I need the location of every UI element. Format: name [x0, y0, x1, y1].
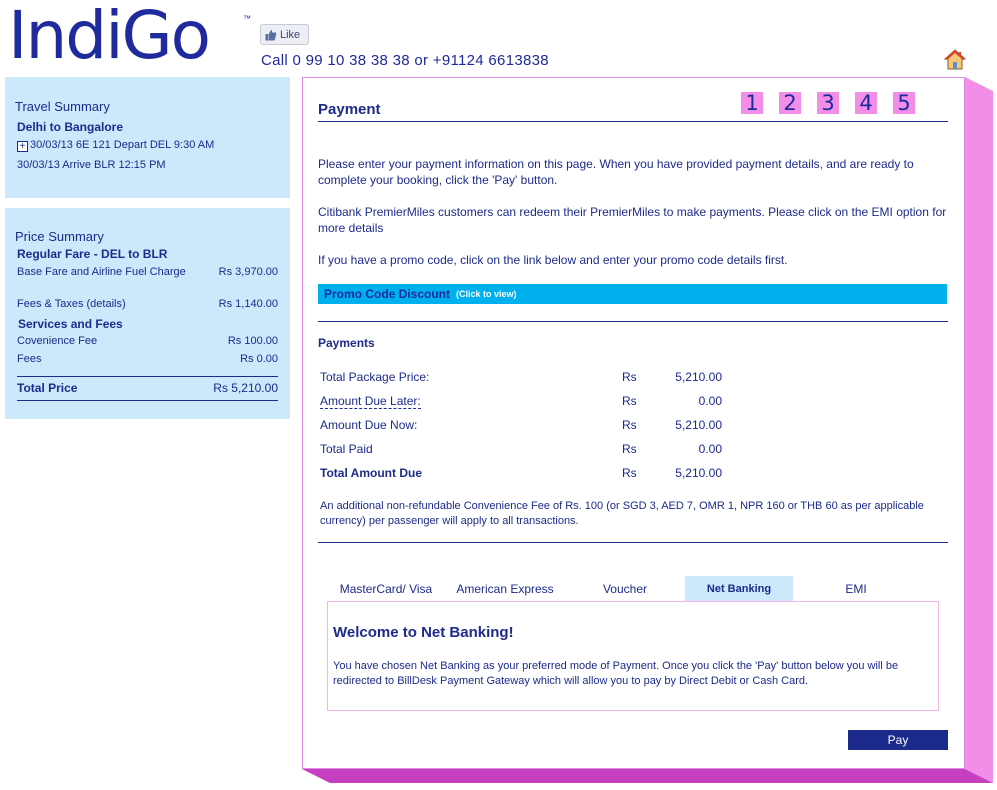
net-banking-title: Welcome to Net Banking!	[333, 624, 514, 641]
divider-payments-top	[318, 321, 948, 322]
promo-hint: (Click to view)	[456, 289, 517, 299]
promo-note: If you have a promo code, click on the l…	[318, 253, 788, 267]
payment-row-label: Total Paid	[320, 442, 373, 456]
payment-row-amount: 5,210.00	[675, 370, 722, 384]
expand-plus-icon[interactable]: +	[17, 141, 28, 152]
route-name: Delhi to Bangalore	[17, 120, 124, 134]
payment-row-amount: 5,210.00	[675, 466, 722, 480]
travel-summary-panel: Travel Summary Delhi to Bangalore +30/03…	[5, 77, 290, 198]
total-top-rule	[17, 376, 278, 377]
depart-line: +30/03/13 6E 121 Depart DEL 9:30 AM	[17, 139, 214, 152]
convenience-fee-row: Covenience Fee Rs 100.00	[17, 335, 278, 347]
convenience-fee-note: An additional non-refundable Convenience…	[320, 500, 924, 527]
promo-label: Promo Code Discount	[324, 287, 451, 301]
call-center-number: Call 0 99 10 38 38 38 or +91124 6613838	[261, 52, 549, 69]
payment-row-label: Amount Due Now:	[320, 418, 418, 432]
title-divider	[318, 121, 948, 122]
tab-emi[interactable]: EMI	[816, 576, 896, 601]
step-5: 5	[893, 92, 915, 114]
travel-summary-title: Travel Summary	[15, 99, 110, 114]
page-title: Payment	[318, 101, 381, 118]
tab-american-express[interactable]: American Express	[446, 576, 564, 601]
base-fare-label: Base Fare and Airline Fuel Charge	[17, 266, 186, 278]
payment-row-currency: Rs	[622, 418, 637, 432]
fare-type: Regular Fare - DEL to BLR	[17, 247, 168, 261]
payment-row-due-later: Amount Due Later: Rs 0.00	[320, 394, 722, 410]
base-fare-value: Rs 3,970.00	[218, 266, 278, 278]
intro-text: Please enter your payment information on…	[318, 157, 914, 187]
tab-voucher[interactable]: Voucher	[580, 576, 670, 601]
step-1: 1	[741, 92, 763, 114]
payment-row-currency: Rs	[622, 370, 637, 384]
payment-row-total-package: Total Package Price: Rs 5,210.00	[320, 370, 722, 386]
fees-taxes-label[interactable]: Fees & Taxes (details)	[17, 298, 126, 310]
payment-row-amount: 0.00	[698, 394, 722, 408]
fees-taxes-row: Fees & Taxes (details) Rs 1,140.00	[17, 298, 278, 310]
frame-bottom-shadow	[302, 769, 993, 783]
payment-row-due-now: Amount Due Now: Rs 5,210.00	[320, 418, 722, 434]
price-summary-panel: Price Summary Regular Fare - DEL to BLR …	[5, 208, 290, 419]
net-banking-panel	[327, 601, 939, 711]
price-summary-title: Price Summary	[15, 229, 104, 244]
fees-value: Rs 0.00	[240, 353, 278, 365]
services-heading: Services and Fees	[18, 317, 123, 331]
fees-taxes-value: Rs 1,140.00	[218, 298, 278, 310]
citibank-text: Citibank PremierMiles customers can rede…	[318, 205, 947, 235]
fees-label: Fees	[17, 353, 42, 365]
thumbs-up-icon	[265, 29, 277, 40]
facebook-like-button[interactable]: Like	[260, 24, 309, 45]
step-3: 3	[817, 92, 839, 114]
trademark-mark: ™	[243, 14, 251, 23]
payment-row-label: Total Package Price:	[320, 370, 430, 384]
convenience-fee-value: Rs 100.00	[227, 335, 278, 347]
payments-heading: Payments	[318, 336, 375, 350]
payment-row-amount: 0.00	[698, 442, 722, 456]
indigo-logo[interactable]: IndiGo	[8, 0, 211, 72]
depart-text: 30/03/13 6E 121 Depart DEL 9:30 AM	[30, 139, 215, 151]
payment-row-label[interactable]: Amount Due Later:	[320, 394, 421, 409]
payment-row-amount: 5,210.00	[675, 418, 722, 432]
payment-row-currency: Rs	[622, 466, 637, 480]
payment-row-currency: Rs	[622, 442, 637, 456]
total-price-value: Rs 5,210.00	[213, 381, 278, 395]
arrive-line: 30/03/13 Arrive BLR 12:15 PM	[17, 159, 166, 171]
payment-row-total-due: Total Amount Due Rs 5,210.00	[320, 466, 722, 482]
frame-side-shadow	[965, 77, 993, 783]
pay-button[interactable]: Pay	[848, 730, 948, 750]
home-icon[interactable]	[944, 49, 966, 70]
payment-row-currency: Rs	[622, 394, 637, 408]
total-price-label: Total Price	[17, 381, 78, 395]
step-2: 2	[779, 92, 801, 114]
tab-net-banking[interactable]: Net Banking	[685, 576, 793, 601]
tab-mastercard-visa[interactable]: MasterCard/ Visa	[330, 576, 442, 601]
payment-row-label: Total Amount Due	[320, 466, 422, 480]
promo-code-discount-bar[interactable]: Promo Code Discount (Click to view)	[318, 284, 947, 304]
total-price-row: Total Price Rs 5,210.00	[17, 381, 278, 395]
payment-row-total-paid: Total Paid Rs 0.00	[320, 442, 722, 458]
divider-tabs-top	[318, 542, 948, 543]
step-4: 4	[855, 92, 877, 114]
total-bottom-rule	[17, 400, 278, 401]
like-label: Like	[280, 28, 301, 41]
net-banking-description: You have chosen Net Banking as your pref…	[333, 660, 899, 687]
convenience-fee-label: Covenience Fee	[17, 335, 98, 347]
fees-row: Fees Rs 0.00	[17, 353, 278, 365]
base-fare-row: Base Fare and Airline Fuel Charge Rs 3,9…	[17, 266, 278, 278]
